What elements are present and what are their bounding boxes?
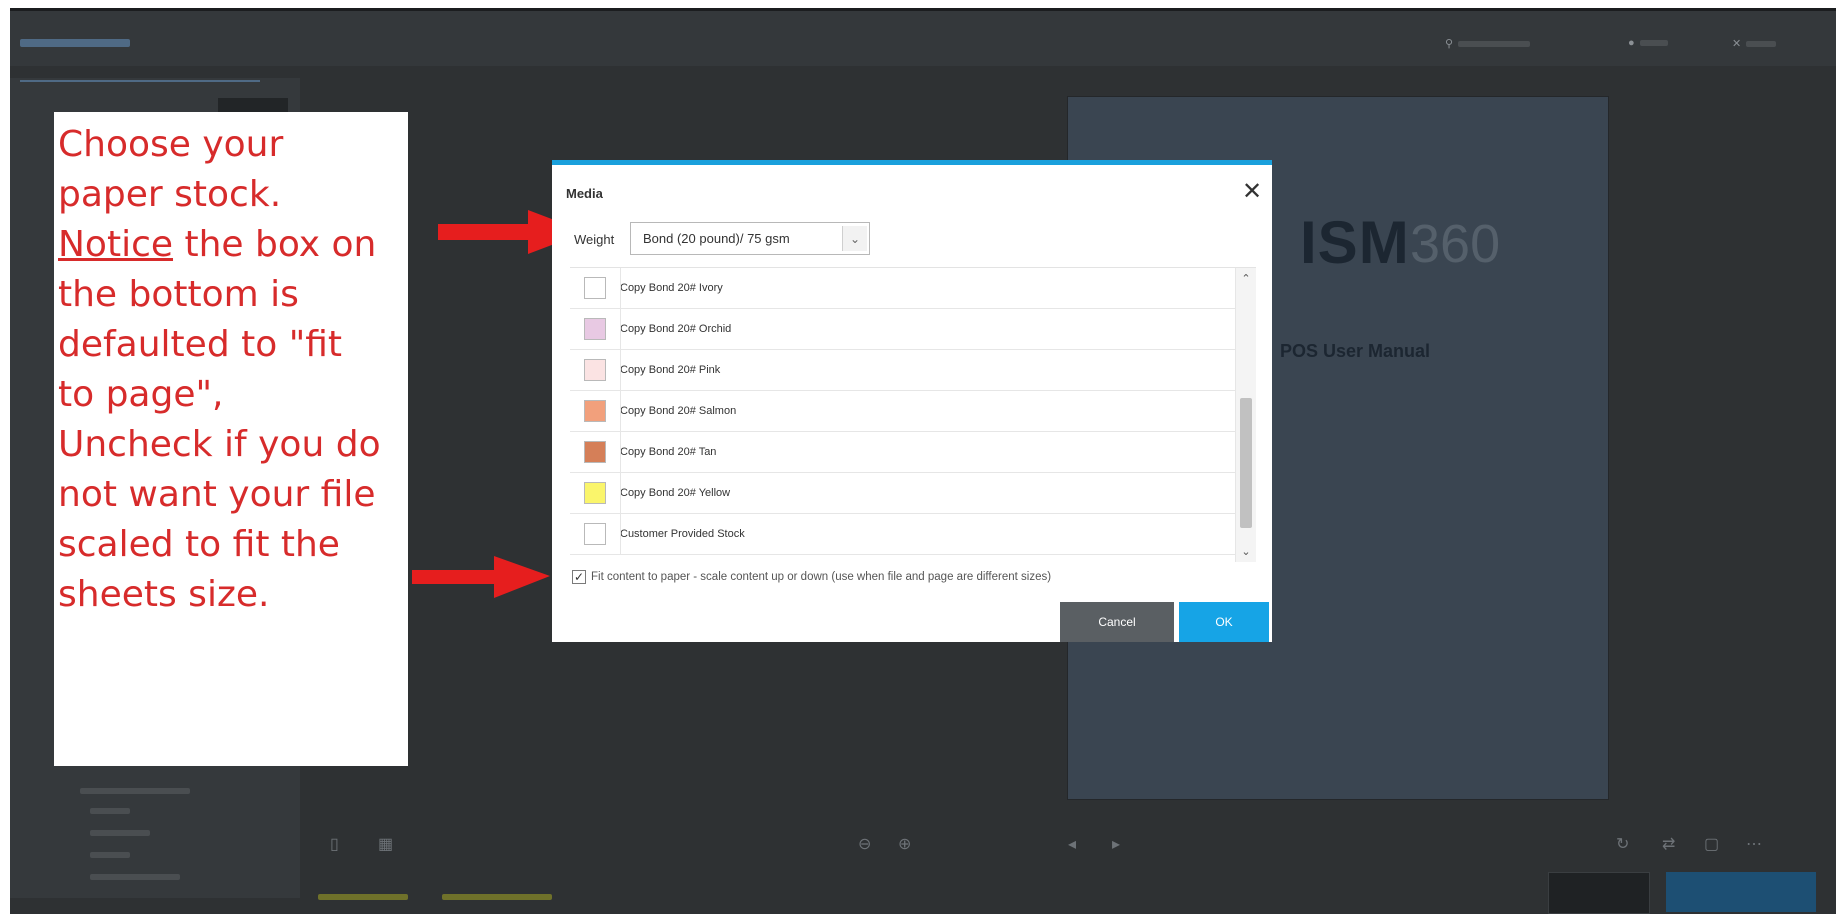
save-button <box>1548 872 1650 914</box>
divider <box>620 514 621 554</box>
divider <box>620 309 621 349</box>
tutorial-annotation: Choose your paper stock. Notice the box … <box>54 112 408 766</box>
color-swatch <box>584 277 606 299</box>
weight-label: Weight <box>574 232 615 247</box>
checkout-button <box>1666 872 1816 912</box>
annotation-line: not want your file <box>58 474 376 515</box>
help-icon: ● <box>1628 37 1635 49</box>
divider <box>620 268 621 308</box>
zoom-in-icon: ⊕ <box>898 836 912 853</box>
annotation-line: to page", <box>58 374 224 415</box>
fit-to-paper-label: Fit content to paper - scale content up … <box>591 571 1052 583</box>
zoom-out-icon: ⊖ <box>858 836 872 853</box>
list-item[interactable]: Copy Bond 20# Pink <box>570 350 1256 391</box>
tree-item <box>90 830 150 836</box>
annotation-line: scaled to fit the <box>58 524 340 565</box>
arrow-to-fit-checkbox-icon <box>412 556 550 598</box>
scroll-thumb[interactable] <box>1240 398 1252 528</box>
list-item[interactable]: Copy Bond 20# Ivory <box>570 268 1256 309</box>
left-panel-accent <box>20 80 260 82</box>
stock-label: Copy Bond 20# Ivory <box>620 282 723 294</box>
dialog-title: Media <box>566 186 603 201</box>
chevron-down-icon[interactable]: ⌄ <box>842 226 867 251</box>
color-swatch <box>584 400 606 422</box>
annotation-line: Choose your <box>58 124 284 165</box>
stock-label: Copy Bond 20# Orchid <box>620 323 732 335</box>
footer-price <box>318 894 408 900</box>
search-action-label <box>1458 40 1531 47</box>
grid-view-icon: ▦ <box>378 836 394 853</box>
stock-label: Copy Bond 20# Pink <box>620 364 721 376</box>
single-page-icon: ▯ <box>330 836 339 853</box>
preview-brand-number: 360 <box>1410 214 1501 274</box>
flip-icon: ⇄ <box>1662 836 1676 853</box>
weight-select[interactable]: Bond (20 pound)/ 75 gsm ⌄ <box>630 222 870 255</box>
media-dialog: Media ✕ Weight Bond (20 pound)/ 75 gsm ⌄… <box>552 160 1272 642</box>
tree-item <box>90 874 180 880</box>
annotation-line: Notice the box on <box>58 220 404 270</box>
close-icon[interactable]: ✕ <box>1242 180 1262 204</box>
tree-item <box>80 788 190 794</box>
preview-brand-main: ISM <box>1300 209 1410 276</box>
prev-page-icon: ◂ <box>1068 836 1077 853</box>
annotation-line: paper stock. <box>58 174 282 215</box>
color-swatch <box>584 318 606 340</box>
stock-label: Copy Bond 20# Yellow <box>620 487 731 499</box>
color-swatch <box>584 359 606 381</box>
close-action-label <box>1746 40 1777 47</box>
fit-icon: ▢ <box>1704 836 1720 853</box>
footer-total <box>442 894 552 900</box>
divider <box>620 391 621 431</box>
list-item[interactable]: Customer Provided Stock <box>570 514 1256 555</box>
stock-label: Customer Provided Stock <box>620 528 745 540</box>
weight-selected-value: Bond (20 pound)/ 75 gsm <box>643 231 790 246</box>
divider <box>620 473 621 513</box>
close-app-icon: ✕ <box>1732 38 1742 50</box>
cancel-button[interactable]: Cancel <box>1060 602 1174 642</box>
color-swatch <box>584 523 606 545</box>
annotation-line: Uncheck if you do <box>58 424 381 465</box>
annotation-line: sheets size. <box>58 574 270 615</box>
preview-manual-title: POS User Manual <box>1280 341 1431 361</box>
list-scrollbar[interactable]: ⌃ ⌄ <box>1235 268 1256 562</box>
search-action: ⚲ <box>1445 37 1531 50</box>
stock-label: Copy Bond 20# Salmon <box>620 405 737 417</box>
rotate-icon: ↻ <box>1616 836 1630 853</box>
divider <box>620 350 621 390</box>
color-swatch <box>584 482 606 504</box>
app-top-bar: ⚲ ● ✕ <box>10 8 1836 66</box>
color-swatch <box>584 441 606 463</box>
stock-list: Copy Bond 20# Ivory Copy Bond 20# Orchid… <box>570 267 1256 562</box>
stock-label: Copy Bond 20# Tan <box>620 446 717 458</box>
help-action: ● <box>1628 37 1668 49</box>
list-item[interactable]: Copy Bond 20# Tan <box>570 432 1256 473</box>
ok-button[interactable]: OK <box>1179 602 1269 642</box>
tree-item <box>90 808 130 814</box>
annotation-line: the bottom is <box>58 274 299 315</box>
tree-item <box>90 852 130 858</box>
divider <box>620 432 621 472</box>
annotation-line-rest: the box on <box>184 224 377 265</box>
annotation-line: defaulted to "fit <box>58 324 343 365</box>
list-item[interactable]: Copy Bond 20# Salmon <box>570 391 1256 432</box>
search-icon: ⚲ <box>1445 38 1454 50</box>
fit-to-paper-checkbox[interactable]: ✓ <box>572 570 586 584</box>
fit-to-paper-option[interactable]: ✓ Fit content to paper - scale content u… <box>572 570 1051 584</box>
chevron-down-icon[interactable]: ⌄ <box>1236 545 1256 558</box>
annotation-underlined-word: Notice <box>58 224 174 265</box>
app-title <box>20 39 130 47</box>
close-action: ✕ <box>1732 37 1777 50</box>
help-action-label <box>1639 40 1668 46</box>
chevron-up-icon[interactable]: ⌃ <box>1236 272 1256 285</box>
list-item[interactable]: Copy Bond 20# Yellow <box>570 473 1256 514</box>
list-item[interactable]: Copy Bond 20# Orchid <box>570 309 1256 350</box>
next-page-icon: ▸ <box>1112 836 1121 853</box>
more-icon: ⋯ <box>1746 836 1762 853</box>
